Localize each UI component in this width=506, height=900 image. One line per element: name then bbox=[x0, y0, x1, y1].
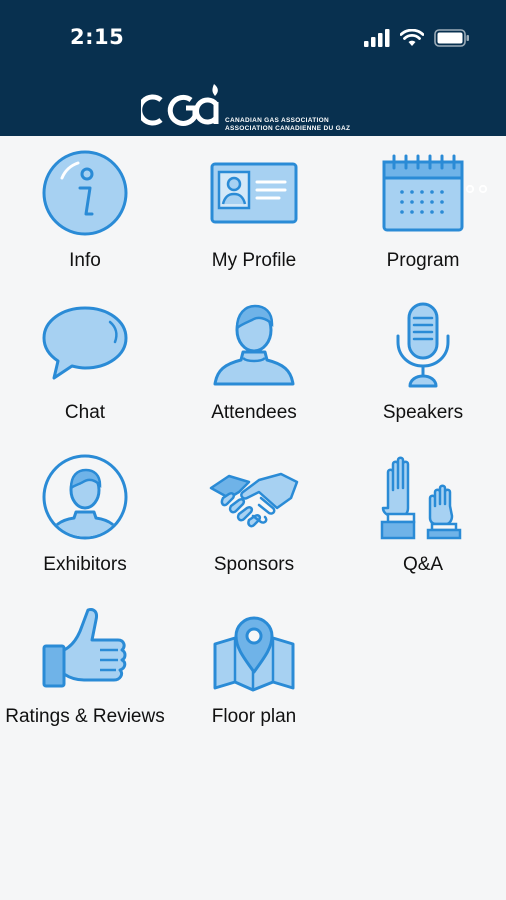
menu-label: Q&A bbox=[402, 554, 444, 575]
calendar-icon bbox=[382, 154, 464, 232]
org-name: CANADIAN GAS ASSOCIATION ASSOCIATION CAN… bbox=[225, 117, 350, 133]
menu-label: Floor plan bbox=[211, 706, 297, 727]
menu-item-ratings-reviews[interactable]: Ratings & Reviews bbox=[0, 592, 170, 744]
menu-label: Program bbox=[386, 250, 460, 271]
battery-icon bbox=[434, 29, 469, 47]
status-time: 2:15 bbox=[70, 25, 125, 49]
menu-item-info[interactable]: Info bbox=[0, 136, 170, 288]
menu-item-floor-plan[interactable]: Floor plan bbox=[169, 592, 339, 744]
menu-label: Sponsors bbox=[213, 554, 295, 575]
menu-item-my-profile[interactable]: My Profile bbox=[169, 136, 339, 288]
menu-label: Info bbox=[69, 250, 101, 271]
wifi-icon bbox=[400, 29, 424, 46]
person-icon bbox=[213, 304, 295, 386]
profile-card-icon bbox=[210, 162, 298, 224]
menu-item-qa[interactable]: Q&A bbox=[338, 440, 506, 592]
menu-label: Ratings & Reviews bbox=[5, 706, 165, 727]
menu-item-speakers[interactable]: Speakers bbox=[338, 288, 506, 440]
menu-item-exhibitors[interactable]: Exhibitors bbox=[0, 440, 170, 592]
thumbs-up-icon bbox=[42, 608, 127, 688]
menu-label: Exhibitors bbox=[43, 554, 127, 575]
handshake-icon bbox=[209, 472, 299, 528]
status-icons bbox=[364, 27, 470, 49]
org-name-en: CANADIAN GAS ASSOCIATION bbox=[225, 117, 329, 124]
org-name-fr: ASSOCIATION CANADIENNE DU GAZ bbox=[225, 125, 351, 132]
map-pin-icon bbox=[213, 616, 295, 692]
menu-label: Attendees bbox=[211, 402, 297, 423]
person-circle-icon bbox=[42, 454, 128, 540]
menu-label: Chat bbox=[64, 402, 106, 423]
microphone-icon bbox=[396, 302, 450, 388]
menu-item-attendees[interactable]: Attendees bbox=[169, 288, 339, 440]
menu-label: Speakers bbox=[382, 402, 464, 423]
signal-icon bbox=[364, 29, 390, 47]
menu-item-program[interactable]: Program bbox=[338, 136, 506, 288]
info-icon bbox=[42, 150, 128, 236]
menu-item-sponsors[interactable]: Sponsors bbox=[169, 440, 339, 592]
menu-label: My Profile bbox=[211, 250, 297, 271]
raised-hands-icon bbox=[380, 456, 462, 540]
chat-bubble-icon bbox=[42, 306, 128, 380]
status-bar: 2:15 bbox=[0, 0, 506, 80]
menu-item-chat[interactable]: Chat bbox=[0, 288, 170, 440]
